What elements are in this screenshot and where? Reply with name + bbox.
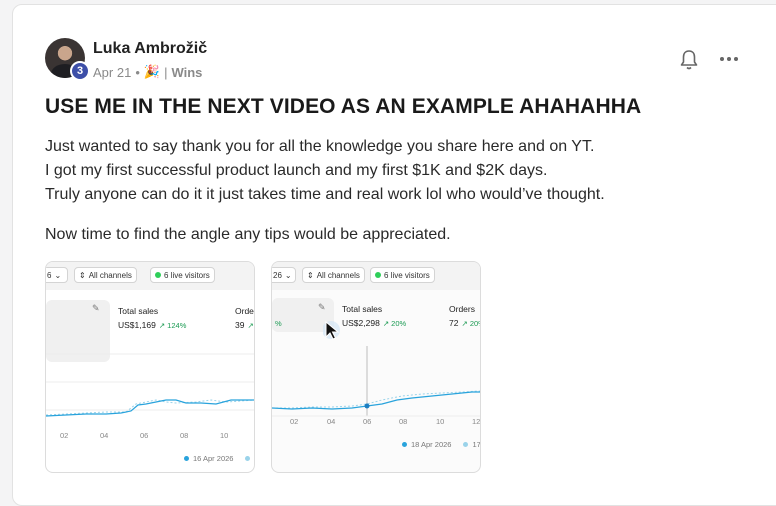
- attached-image-1[interactable]: 6 ⌄ ⇕ All channels 6 live visitors ✎ Total…: [45, 261, 255, 473]
- bell-icon[interactable]: [679, 49, 699, 71]
- x-tick: 04: [327, 417, 336, 426]
- x-tick: 06: [140, 431, 149, 440]
- more-options-icon[interactable]: [718, 49, 740, 69]
- legend-swatch: [402, 442, 407, 447]
- legend-swatch: [184, 456, 189, 461]
- meta-separator: •: [135, 64, 140, 80]
- post-meta: Apr 21 • 🎉 | Wins: [93, 64, 202, 80]
- legend-swatch: [245, 456, 251, 461]
- pencil-icon: ✎: [92, 303, 100, 313]
- attached-image-2[interactable]: 26 ⌄ ⇕ All channels 6 live visitors % ✎ To…: [271, 261, 481, 473]
- kpi-label: Orde: [235, 306, 254, 316]
- kpi-value: US$1,169 ↗ 124%: [118, 320, 187, 330]
- date-range-chip: 6 ⌄: [46, 267, 68, 283]
- live-visitors-chip: 6 live visitors: [150, 267, 215, 283]
- previous-period-series: [272, 390, 480, 409]
- kpi-label: Total sales: [342, 304, 383, 314]
- kpi-label: Total sales: [118, 306, 159, 316]
- x-tick: 10: [436, 417, 445, 426]
- category-link[interactable]: Wins: [171, 65, 202, 80]
- x-tick: 02: [60, 431, 69, 440]
- live-visitors-chip: 6 live visitors: [370, 267, 435, 283]
- post-body: Just wanted to say thank you for all the…: [45, 135, 605, 247]
- body-line: Now time to find the angle any tips woul…: [45, 226, 451, 243]
- author-name[interactable]: Luka Ambrožič: [93, 40, 207, 58]
- category-separator: |: [164, 64, 168, 80]
- current-period-series: [272, 391, 480, 410]
- x-tick: 06: [363, 417, 372, 426]
- date-range-chip: 26 ⌄: [272, 267, 296, 283]
- celebration-emoji: 🎉: [143, 64, 161, 79]
- kpi-value: 72↗ 20%: [449, 318, 480, 328]
- body-line: I got my first successful product launch…: [45, 162, 548, 179]
- hover-point: [364, 403, 370, 409]
- channels-chip: ⇕ All channels: [302, 267, 365, 283]
- body-line: Just wanted to say thank you for all the…: [45, 138, 595, 155]
- post-title: USE ME IN THE NEXT VIDEO AS AN EXAMPLE A…: [45, 95, 642, 118]
- post-date[interactable]: Apr 21: [93, 65, 131, 80]
- pencil-icon: ✎: [318, 302, 326, 312]
- x-tick: 08: [180, 431, 189, 440]
- x-tick: 10: [220, 431, 229, 440]
- x-tick: 04: [100, 431, 109, 440]
- level-badge: 3: [70, 61, 90, 81]
- mouse-cursor-icon: [323, 320, 340, 340]
- current-period-series: [46, 399, 254, 417]
- post-card: 3 Luka Ambrožič Apr 21 • 🎉 | Wins USE ME…: [12, 4, 776, 506]
- kpi-value: US$2,298 ↗ 20%: [342, 318, 407, 328]
- kpi-pct: %: [275, 319, 282, 328]
- sales-line-chart: [272, 346, 480, 417]
- kpi-label: Orders: [449, 304, 475, 314]
- chart-legend: 18 Apr 2026 17 A: [402, 440, 480, 449]
- x-tick: 08: [399, 417, 408, 426]
- kpi-value: 39 ↗: [235, 320, 254, 330]
- x-tick: 02: [290, 417, 299, 426]
- chart-legend: 16 Apr 2026: [184, 454, 251, 463]
- body-line: Truly anyone can do it it just takes tim…: [45, 186, 605, 203]
- legend-swatch: [463, 442, 469, 447]
- x-tick: 12: [472, 417, 481, 426]
- channels-chip: ⇕ All channels: [74, 267, 137, 283]
